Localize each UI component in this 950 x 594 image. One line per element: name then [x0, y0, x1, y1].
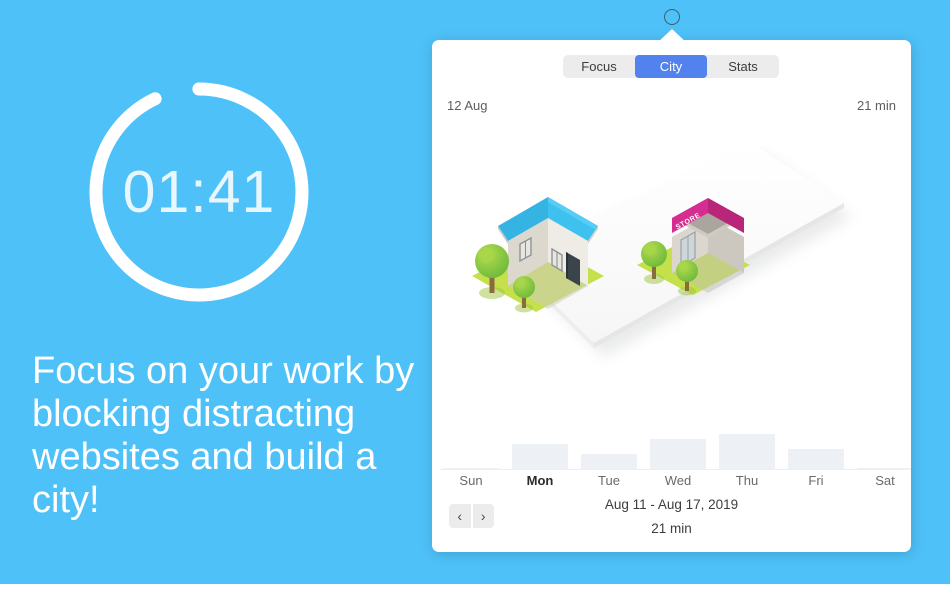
- tab-stats[interactable]: Stats: [707, 55, 779, 78]
- day-label-tue[interactable]: Tue: [578, 468, 640, 494]
- day-summary-row: 12 Aug 21 min: [447, 98, 896, 113]
- day-label-mon[interactable]: Mon: [509, 468, 571, 494]
- week-range-label: Aug 11 - Aug 17, 2019: [604, 497, 739, 512]
- day-label-thu[interactable]: Thu: [716, 468, 778, 494]
- summary-duration: 21 min: [856, 98, 896, 113]
- summary-date: 12 Aug: [447, 98, 488, 113]
- week-bar-chart: [440, 429, 911, 470]
- panel-arrow: [657, 29, 687, 43]
- tab-focus[interactable]: Focus: [563, 55, 635, 78]
- page-background-footer-strip: [0, 584, 950, 594]
- view-tabs[interactable]: Focus City Stats: [563, 55, 779, 78]
- screenshot-root: 01:41 Focus on your work by blocking dis…: [0, 0, 950, 594]
- bar-fri: [788, 449, 844, 470]
- day-label-sun[interactable]: Sun: [440, 468, 502, 494]
- week-total-label: 21 min: [651, 521, 692, 536]
- city-illustration: STORE: [432, 145, 911, 445]
- day-label-sat[interactable]: Sat: [854, 468, 911, 494]
- week-day-labels: Sun Mon Tue Wed Thu Fri Sat: [440, 468, 903, 494]
- isometric-city-scene: STORE: [472, 145, 852, 357]
- focus-timer[interactable]: 01:41: [85, 78, 313, 306]
- tab-city[interactable]: City: [635, 55, 707, 78]
- day-label-fri[interactable]: Fri: [785, 468, 847, 494]
- circle-outline-icon[interactable]: [664, 9, 680, 25]
- tagline-text: Focus on your work by blocking distracti…: [32, 350, 415, 521]
- bar-mon: [512, 444, 568, 470]
- bar-wed: [650, 439, 706, 470]
- bar-thu: [719, 434, 775, 470]
- day-label-wed[interactable]: Wed: [647, 468, 709, 494]
- city-popover-panel: Focus City Stats 12 Aug 21 min STORE Sun…: [432, 40, 911, 552]
- timer-value: 01:41: [122, 159, 276, 225]
